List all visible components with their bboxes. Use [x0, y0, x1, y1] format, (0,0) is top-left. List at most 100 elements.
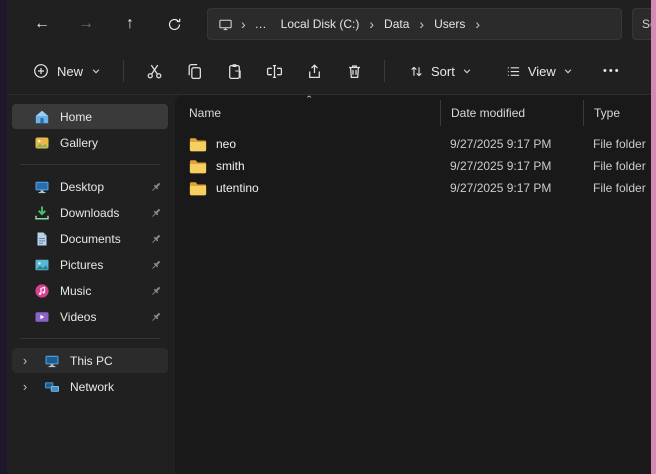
breadcrumb-data[interactable]: Data — [377, 14, 416, 34]
column-header-date-modified[interactable]: Date modified — [440, 100, 583, 126]
content-area: Home Gallery — [7, 95, 651, 474]
pin-icon — [150, 285, 162, 297]
command-toolbar: New — [7, 48, 651, 95]
search-input[interactable]: Se — [632, 8, 651, 40]
file-row[interactable]: neo 9/27/2025 9:17 PM File folder — [187, 133, 651, 155]
file-date-cell: 9/27/2025 9:17 PM — [440, 181, 583, 195]
copy-icon — [186, 63, 203, 80]
breadcrumb-ellipsis[interactable]: … — [249, 17, 274, 31]
cut-button[interactable] — [134, 54, 174, 88]
sidebar-item-label: Home — [60, 110, 92, 124]
chevron-right-icon: › — [416, 17, 427, 31]
file-name-cell: utentino — [187, 181, 440, 196]
scissors-icon — [146, 63, 163, 80]
pictures-icon — [34, 257, 50, 273]
sidebar-item-downloads[interactable]: Downloads — [12, 200, 168, 225]
sidebar-item-gallery[interactable]: Gallery — [12, 130, 168, 155]
sidebar-item-network[interactable]: › Network — [12, 374, 168, 399]
pin-icon — [150, 181, 162, 193]
right-edge-strip — [651, 0, 656, 474]
chevron-down-icon — [462, 66, 472, 76]
expand-chevron-icon[interactable]: › — [16, 353, 34, 368]
new-button-label: New — [57, 64, 83, 79]
sidebar-divider — [20, 338, 160, 339]
breadcrumb-users[interactable]: Users — [427, 14, 472, 34]
sidebar-item-label: Downloads — [60, 206, 119, 220]
sidebar-item-this-pc[interactable]: › This PC — [12, 348, 168, 373]
file-name-cell: neo — [187, 137, 440, 152]
sidebar-item-label: Network — [70, 380, 114, 394]
sidebar-item-home[interactable]: Home — [12, 104, 168, 129]
new-button[interactable]: New — [21, 55, 113, 87]
view-button[interactable]: View — [496, 56, 583, 87]
trash-icon — [346, 63, 363, 80]
sidebar-item-label: Music — [60, 284, 91, 298]
share-icon — [306, 63, 323, 80]
view-button-label: View — [528, 64, 556, 79]
file-explorer-window: ← → ↑ › … Local Disk (C:) › Data — [7, 0, 651, 474]
chevron-right-icon: › — [238, 17, 249, 31]
chevron-right-icon: › — [366, 17, 377, 31]
sidebar-item-label: Desktop — [60, 180, 104, 194]
file-row[interactable]: utentino 9/27/2025 9:17 PM File folder — [187, 177, 651, 199]
file-type-cell: File folder — [583, 181, 651, 195]
file-name: smith — [216, 159, 245, 173]
desktop-icon — [34, 179, 50, 195]
sidebar-item-label: Pictures — [60, 258, 103, 272]
address-bar[interactable]: › … Local Disk (C:) › Data › Users › — [207, 8, 622, 40]
refresh-button[interactable] — [155, 7, 193, 41]
this-pc-icon — [44, 353, 60, 369]
delete-button[interactable] — [334, 54, 374, 88]
downloads-icon — [34, 205, 50, 221]
file-row[interactable]: smith 9/27/2025 9:17 PM File folder — [187, 155, 651, 177]
forward-button[interactable]: → — [67, 7, 105, 41]
view-icon — [506, 64, 521, 79]
share-button[interactable] — [294, 54, 334, 88]
pin-icon — [150, 207, 162, 219]
sidebar-divider — [20, 164, 160, 165]
column-header-label: Name — [189, 106, 221, 120]
sidebar-item-videos[interactable]: Videos — [12, 304, 168, 329]
file-name: neo — [216, 137, 236, 151]
chevron-down-icon — [91, 66, 101, 76]
music-icon — [34, 283, 50, 299]
navigation-bar: ← → ↑ › … Local Disk (C:) › Data — [7, 0, 651, 48]
sort-icon — [409, 64, 424, 79]
copy-button[interactable] — [174, 54, 214, 88]
column-header-label: Type — [594, 106, 620, 120]
videos-icon — [34, 309, 50, 325]
chevron-right-icon: › — [472, 17, 483, 31]
sort-button-label: Sort — [431, 64, 455, 79]
pin-icon — [150, 259, 162, 271]
file-name: utentino — [216, 181, 259, 195]
sort-button[interactable]: Sort — [399, 56, 482, 87]
file-type-cell: File folder — [583, 159, 651, 173]
rename-button[interactable] — [254, 54, 294, 88]
sidebar-item-label: Documents — [60, 232, 121, 246]
plus-circle-icon — [33, 63, 49, 79]
refresh-icon — [167, 17, 182, 32]
up-button[interactable]: ↑ — [111, 7, 149, 41]
search-text: Se — [642, 17, 651, 31]
pin-icon — [150, 311, 162, 323]
breadcrumb-local-disk-c[interactable]: Local Disk (C:) — [274, 14, 367, 34]
sidebar-item-documents[interactable]: Documents — [12, 226, 168, 251]
back-button[interactable]: ← — [23, 7, 61, 41]
sidebar-item-desktop[interactable]: Desktop — [12, 174, 168, 199]
folder-icon — [189, 137, 207, 152]
folder-icon — [189, 159, 207, 174]
expand-chevron-icon[interactable]: › — [16, 379, 34, 394]
sidebar-item-music[interactable]: Music — [12, 278, 168, 303]
pin-icon — [150, 233, 162, 245]
sidebar-item-label: Videos — [60, 310, 96, 324]
paste-button[interactable] — [214, 54, 254, 88]
column-header-name[interactable]: Name ˆ — [187, 100, 440, 126]
more-options-button[interactable]: ••• — [593, 54, 631, 88]
file-date-cell: 9/27/2025 9:17 PM — [440, 137, 583, 151]
file-type-cell: File folder — [583, 137, 651, 151]
clipboard-icon — [226, 63, 243, 80]
navigation-sidebar: Home Gallery — [7, 95, 173, 474]
column-header-type[interactable]: Type — [583, 100, 651, 126]
sidebar-item-pictures[interactable]: Pictures — [12, 252, 168, 277]
sidebar-item-label: This PC — [70, 354, 113, 368]
